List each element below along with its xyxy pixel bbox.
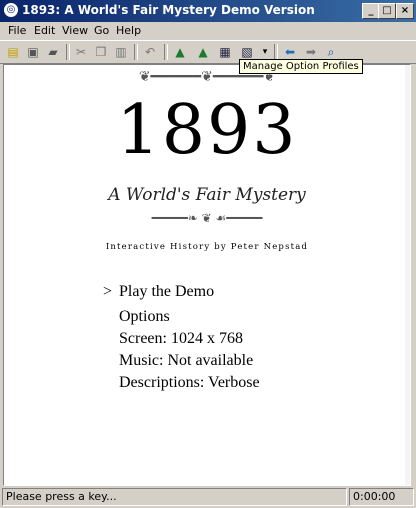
dropdown-arrow-icon[interactable]: ▾ <box>257 44 273 60</box>
game-window[interactable]: ❦━━━━━━❦━━━━━━❦ 1893 A World's Fair Myst… <box>3 64 411 486</box>
copy-icon[interactable]: ❐ <box>93 44 109 60</box>
toolbar-separator <box>134 44 138 60</box>
option-profiles-icon[interactable]: ▧ <box>239 44 255 60</box>
cut-icon[interactable]: ✂ <box>73 44 89 60</box>
menu-file[interactable]: File <box>8 24 26 37</box>
tooltip: Manage Option Profiles <box>239 59 363 74</box>
search-icon[interactable]: ⌕ <box>323 44 339 60</box>
title-bar: ◎ 1893: A World's Fair Mystery Demo Vers… <box>0 0 416 22</box>
close-button[interactable]: × <box>396 3 414 19</box>
author-credit: Interactive History by Peter Nepstad <box>105 242 309 252</box>
status-bar: Please press a key... 0:00:00 <box>0 486 416 508</box>
music-option[interactable]: Music: Not available <box>119 352 253 370</box>
menu-bar: File Edit View Go Help <box>0 22 416 40</box>
status-timer: 0:00:00 <box>349 488 414 506</box>
font-larger-icon[interactable]: ▲ <box>172 44 188 60</box>
save-icon[interactable]: ▣ <box>25 44 41 60</box>
play-demo-option[interactable]: Play the Demo <box>119 283 214 301</box>
game-subtitle: A World's Fair Mystery <box>108 185 306 205</box>
open-folder-icon[interactable]: ▰ <box>45 44 61 60</box>
display-options-icon[interactable]: ▦ <box>217 44 233 60</box>
paste-icon[interactable]: ▥ <box>113 44 129 60</box>
forward-arrow-icon[interactable]: ➡ <box>303 44 319 60</box>
menu-cursor: > <box>103 283 113 300</box>
bottom-ornament: ━━━━━❧ ❦ ☙━━━━━ <box>151 211 263 225</box>
toolbar-separator <box>164 44 168 60</box>
game-title: 1893 <box>116 91 298 170</box>
window-title: 1893: A World's Fair Mystery Demo Versio… <box>22 3 315 17</box>
menu-view[interactable]: View <box>62 24 88 37</box>
vertical-scrollbar[interactable] <box>405 65 410 485</box>
toolbar-separator <box>66 44 70 60</box>
screen-option[interactable]: Screen: 1024 x 768 <box>119 330 243 348</box>
back-arrow-icon[interactable]: ⬅ <box>282 44 298 60</box>
options-option[interactable]: Options <box>119 308 170 326</box>
font-smaller-icon[interactable]: ▲ <box>195 44 211 60</box>
menu-help[interactable]: Help <box>116 24 141 37</box>
undo-icon[interactable]: ↶ <box>142 44 158 60</box>
status-message: Please press a key... <box>2 488 347 506</box>
descriptions-option[interactable]: Descriptions: Verbose <box>119 374 260 392</box>
menu-go[interactable]: Go <box>94 24 109 37</box>
app-icon[interactable]: ◎ <box>4 3 18 17</box>
new-game-icon[interactable]: ▤ <box>5 44 21 60</box>
toolbar-separator <box>274 44 278 60</box>
menu-edit[interactable]: Edit <box>34 24 55 37</box>
maximize-button[interactable]: □ <box>378 3 396 19</box>
